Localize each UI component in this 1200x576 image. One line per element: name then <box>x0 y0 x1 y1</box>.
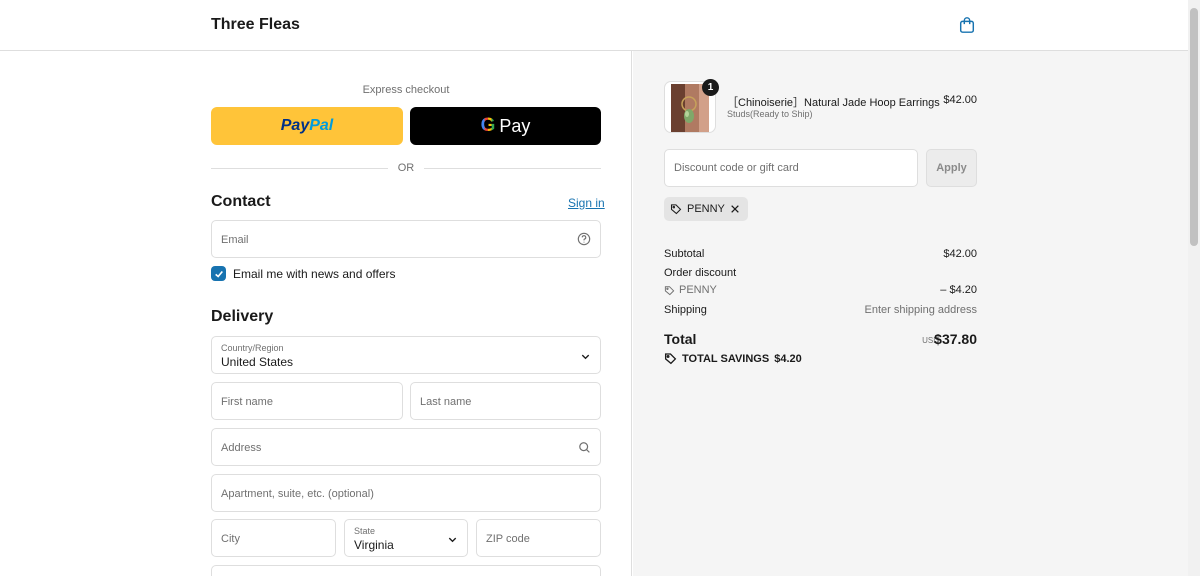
newsletter-row: Email me with news and offers <box>211 266 396 281</box>
or-label: OR <box>397 162 415 174</box>
country-value: United States <box>221 355 294 369</box>
order-discount-label: Order discount <box>664 267 737 279</box>
address-field[interactable]: Address <box>211 428 601 466</box>
email-placeholder: Email <box>221 234 249 246</box>
chevron-down-icon <box>581 354 590 360</box>
zip-placeholder: ZIP code <box>486 533 530 545</box>
applied-discount-chip: PENNY <box>664 197 748 221</box>
zip-field[interactable]: ZIP code <box>476 519 601 557</box>
brand-logo[interactable]: Three Fleas <box>211 16 300 34</box>
shipping-label: Shipping <box>664 304 707 316</box>
country-select[interactable]: Country/Region United States <box>211 336 601 374</box>
country-label: Country/Region <box>221 343 284 353</box>
subtotal-row: Subtotal $42.00 <box>664 248 977 260</box>
city-field[interactable]: City <box>211 519 336 557</box>
checkmark-icon <box>214 270 223 278</box>
apartment-placeholder: Apartment, suite, etc. (optional) <box>221 488 374 500</box>
header: Three Fleas <box>0 0 1188 51</box>
product-price: $42.00 <box>943 94 977 106</box>
tag-icon <box>664 285 675 295</box>
discount-value: – $4.20 <box>940 284 977 296</box>
newsletter-checkbox[interactable] <box>211 266 226 281</box>
newsletter-label: Email me with news and offers <box>233 266 396 281</box>
order-discount-row: Order discount <box>664 267 977 279</box>
chevron-down-icon <box>448 537 457 543</box>
discount-code-label: PENNY <box>679 284 717 296</box>
discount-code-row: PENNY – $4.20 <box>664 284 977 299</box>
help-icon[interactable] <box>577 232 591 246</box>
phone-field[interactable] <box>211 565 601 576</box>
shipping-value: Enter shipping address <box>864 304 977 316</box>
discount-code-input[interactable]: Discount code or gift card <box>664 149 918 187</box>
last-name-placeholder: Last name <box>420 396 472 408</box>
remove-discount-button[interactable] <box>730 204 740 214</box>
product-name: ［Chinoiserie］Natural Jade Hoop Earrings <box>727 97 940 109</box>
google-pay-button[interactable]: G Pay <box>410 107 601 145</box>
contact-title: Contact <box>211 193 271 210</box>
google-pay-label: Pay <box>499 115 531 136</box>
close-icon <box>731 205 739 213</box>
total-label: Total <box>664 331 697 347</box>
tag-icon <box>670 204 682 215</box>
last-name-field[interactable]: Last name <box>410 382 601 420</box>
state-value: Virginia <box>354 538 394 552</box>
quantity-badge: 1 <box>702 79 719 96</box>
paypal-button[interactable]: PayPal <box>211 107 403 145</box>
email-field[interactable]: Email <box>211 220 601 258</box>
subtotal-value: $42.00 <box>943 248 977 260</box>
scrollbar-thumb[interactable] <box>1190 8 1198 246</box>
state-select[interactable]: State Virginia <box>344 519 468 557</box>
address-placeholder: Address <box>221 442 262 454</box>
discount-placeholder: Discount code or gift card <box>674 162 799 174</box>
order-summary: 1 ［Chinoiserie］Natural Jade Hoop Earring… <box>633 51 1188 576</box>
express-checkout-label: Express checkout <box>362 84 450 96</box>
apartment-field[interactable]: Apartment, suite, etc. (optional) <box>211 474 601 512</box>
subtotal-label: Subtotal <box>664 248 705 260</box>
delivery-title: Delivery <box>211 308 274 325</box>
google-g-icon: G <box>480 115 496 136</box>
applied-code-label: PENNY <box>687 203 725 215</box>
or-divider: OR <box>211 161 601 175</box>
checkout-form-column: Express checkout PayPal G Pay OR Contact… <box>0 51 632 576</box>
first-name-placeholder: First name <box>221 396 273 408</box>
shopping-bag-icon[interactable] <box>958 16 976 34</box>
page-scrollbar[interactable] <box>1188 0 1200 576</box>
city-placeholder: City <box>221 533 240 545</box>
savings-label: TOTAL SAVINGS <box>682 352 770 365</box>
shipping-row: Shipping Enter shipping address <box>664 304 977 316</box>
total-savings: TOTAL SAVINGS $4.20 <box>664 352 802 365</box>
total-value: $37.80 <box>934 331 977 347</box>
state-label: State <box>354 526 376 536</box>
apply-discount-button[interactable]: Apply <box>926 149 977 187</box>
tag-icon <box>664 353 677 365</box>
savings-value: $4.20 <box>774 352 802 365</box>
sign-in-link[interactable]: Sign in <box>568 196 605 210</box>
first-name-field[interactable]: First name <box>211 382 403 420</box>
paypal-logo: PayPal <box>280 117 334 134</box>
search-icon <box>579 442 590 453</box>
product-variant: Studs(Ready to Ship) <box>727 109 813 119</box>
